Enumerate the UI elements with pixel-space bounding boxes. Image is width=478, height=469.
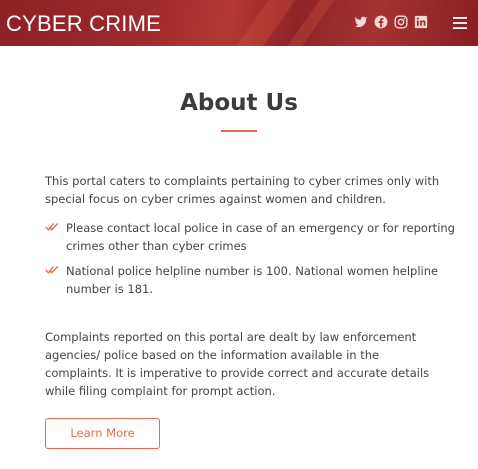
list-item: National police helpline number is 100. … [45, 262, 455, 298]
section-title: About Us [180, 90, 298, 116]
facebook-icon[interactable] [374, 15, 388, 29]
twitter-icon[interactable] [354, 15, 368, 29]
list-item-text: Please contact local police in case of a… [66, 221, 455, 253]
double-check-icon [45, 223, 59, 231]
instagram-icon[interactable] [394, 15, 408, 29]
double-check-icon [45, 266, 59, 274]
details-paragraph: Complaints reported on this portal are d… [45, 330, 430, 398]
linkedin-icon[interactable] [414, 15, 428, 29]
title-divider [221, 130, 257, 132]
header-decoration [223, 0, 299, 46]
site-logo-text[interactable]: CYBER CRIME [6, 11, 161, 37]
hamburger-menu-icon[interactable] [452, 15, 468, 31]
intro-text: This portal caters to complaints pertain… [45, 174, 440, 206]
list-item-text: National police helpline number is 100. … [66, 264, 439, 296]
list-item: Please contact local police in case of a… [45, 219, 455, 255]
learn-more-button[interactable]: Learn More [45, 418, 160, 449]
social-links [354, 15, 428, 29]
site-header: CYBER CRIME [0, 0, 478, 46]
info-list: Please contact local police in case of a… [45, 219, 455, 305]
